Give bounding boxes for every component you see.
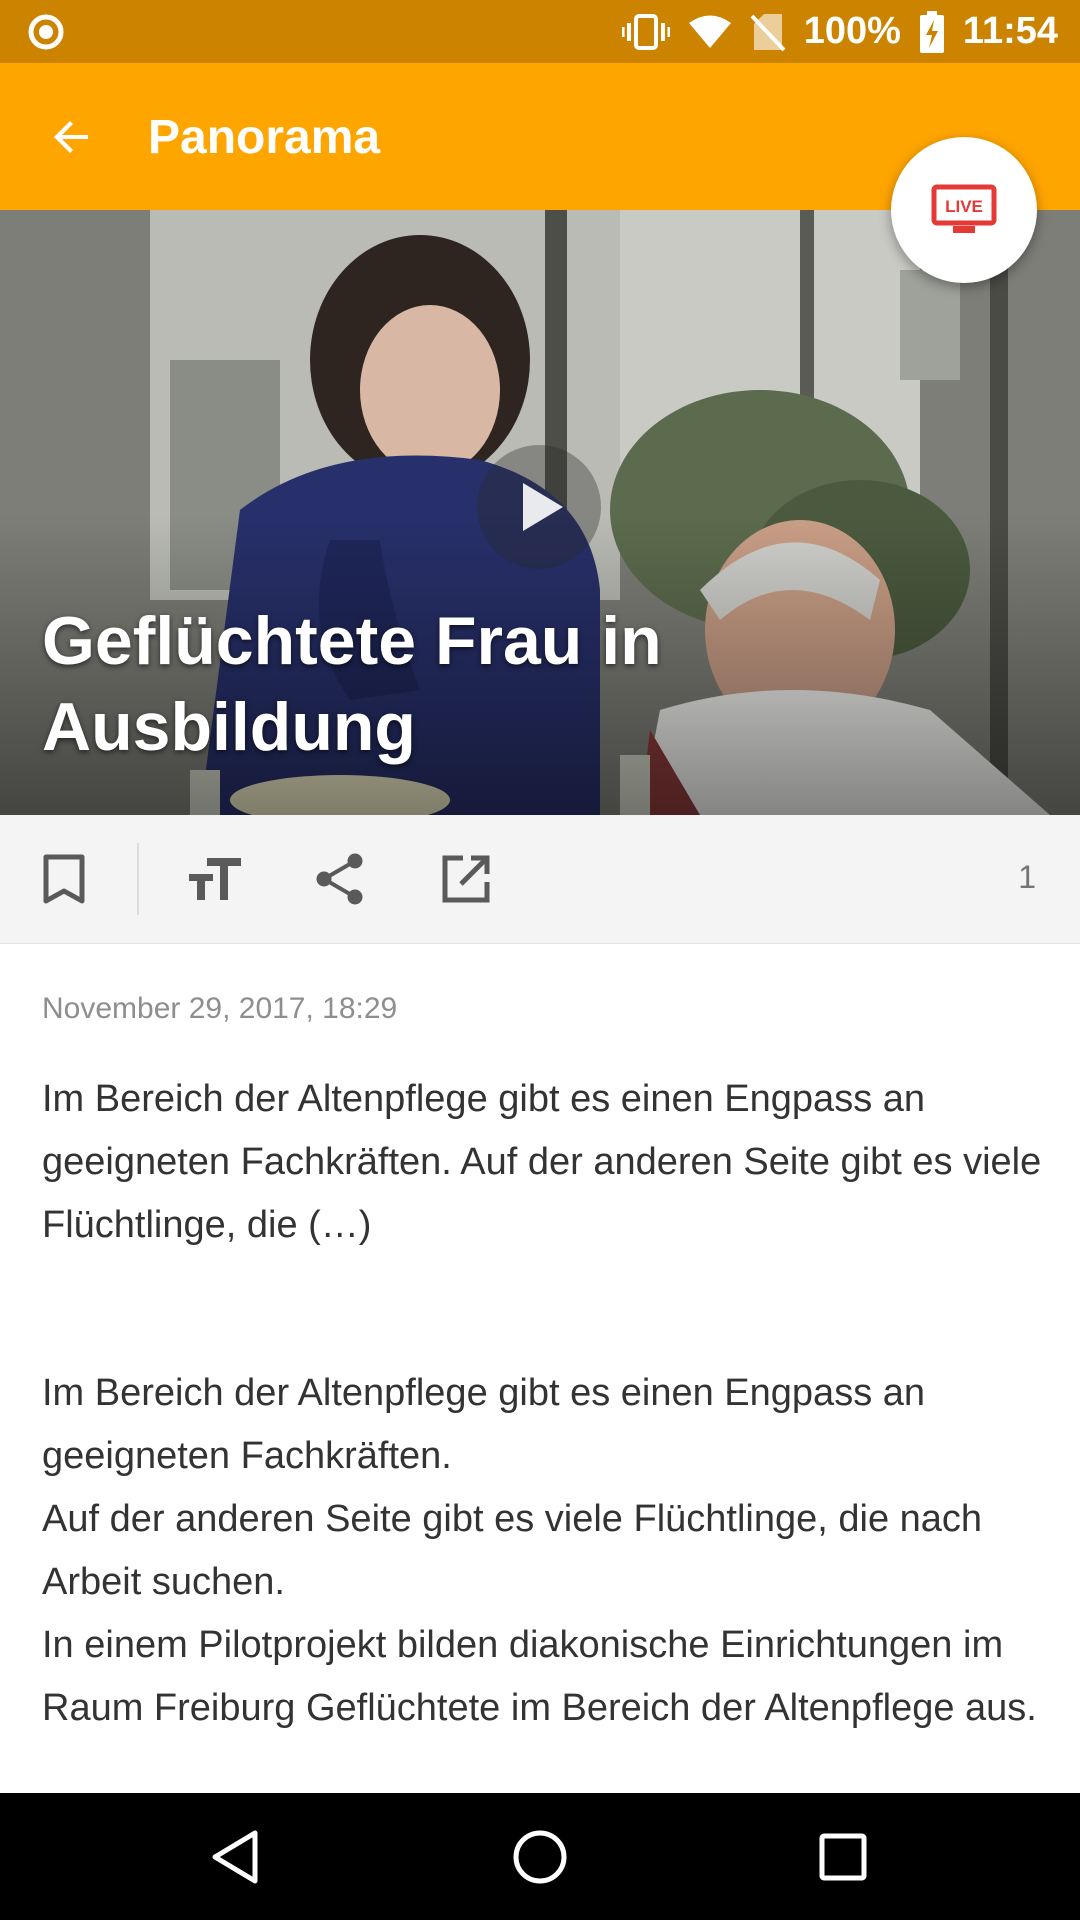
share-icon xyxy=(316,853,363,905)
nav-recents-icon xyxy=(819,1833,867,1881)
vibrate-icon xyxy=(621,12,670,52)
share-button[interactable] xyxy=(310,849,370,909)
battery-percent: 100% xyxy=(803,10,901,52)
text-size-button[interactable] xyxy=(185,849,245,909)
hero-video[interactable]: Geflüchtete Frau in Ausbildung xyxy=(0,210,1080,815)
arrow-back-icon xyxy=(54,121,88,153)
live-tv-icon: LIVE xyxy=(931,184,997,233)
nav-recents-button[interactable] xyxy=(807,1821,879,1893)
article-title: Geflüchtete Frau in Ausbildung xyxy=(42,603,662,765)
nav-home-icon xyxy=(513,1830,567,1884)
nav-back-button[interactable] xyxy=(199,1821,271,1893)
wifi-icon xyxy=(688,14,732,50)
article-toolbar: 1 xyxy=(0,815,1080,944)
article-paragraph: In einem Pilotprojekt bilden diakonische… xyxy=(42,1624,1037,1729)
play-button[interactable] xyxy=(477,445,601,569)
article-date: November 29, 2017, 18:29 xyxy=(42,992,398,1025)
play-icon xyxy=(523,483,563,531)
system-nav-bar xyxy=(0,1793,1080,1920)
no-sim-icon xyxy=(750,12,786,52)
status-time: 11:54 xyxy=(962,10,1058,52)
article-paragraph: Auf der anderen Seite gibt es viele Flüc… xyxy=(42,1498,983,1603)
back-button[interactable] xyxy=(36,101,108,173)
open-external-button[interactable] xyxy=(436,849,496,909)
article-text: Im Bereich der Altenpflege gibt es einen… xyxy=(42,1362,1042,1740)
open-external-icon xyxy=(442,855,490,903)
live-label: LIVE xyxy=(945,197,983,216)
comment-count[interactable]: 1 xyxy=(1018,859,1036,896)
bookmark-button[interactable] xyxy=(34,849,94,909)
article-teaser: Im Bereich der Altenpflege gibt es einen… xyxy=(42,1078,1042,1246)
notification-dot-icon xyxy=(28,14,64,50)
text-size-icon xyxy=(189,858,241,900)
nav-home-button[interactable] xyxy=(504,1821,576,1893)
live-tv-button[interactable]: LIVE xyxy=(891,137,1037,283)
battery-charging-icon xyxy=(919,10,945,53)
toolbar-divider xyxy=(137,843,139,915)
article-paragraph: Im Bereich der Altenpflege gibt es einen… xyxy=(42,1372,926,1477)
status-bar: 100% 11:54 xyxy=(0,0,1080,63)
article-body: November 29, 2017, 18:29 Im Bereich der … xyxy=(42,943,1042,1793)
nav-back-icon xyxy=(212,1830,258,1884)
page-title: Panorama xyxy=(148,111,381,164)
bookmark-icon xyxy=(43,854,85,904)
